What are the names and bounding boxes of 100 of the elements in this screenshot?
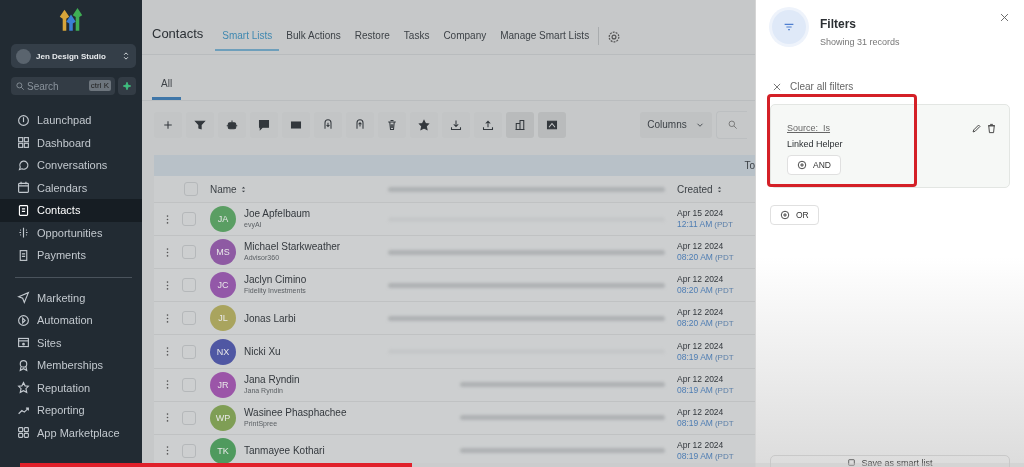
avatar: MS: [210, 239, 236, 266]
contact-name[interactable]: Nicki Xu: [244, 346, 281, 358]
pencil-icon[interactable]: [971, 123, 982, 134]
contact-name[interactable]: Jonas Larbi: [244, 312, 296, 324]
row-checkbox[interactable]: [182, 245, 196, 260]
timezone-label: (PDT: [714, 285, 734, 297]
badge-icon: [17, 358, 30, 372]
contact-name[interactable]: Wasinee Phasphachee: [244, 406, 347, 418]
apps-grid-icon: [17, 426, 30, 440]
created-date: Apr 12 2024: [677, 241, 725, 253]
search-icon: [15, 81, 25, 91]
nav-item[interactable]: Launchpad: [0, 109, 142, 132]
filter-condition[interactable]: Source: Is: [787, 123, 971, 133]
created-time: 08:19 AM: [677, 384, 713, 396]
plus-circle-icon: [797, 160, 807, 170]
nav-item[interactable]: Reporting: [0, 399, 142, 422]
nav-item[interactable]: Sites: [0, 331, 142, 354]
grid-icon: [17, 136, 30, 150]
created-time: 08:19 AM: [677, 351, 713, 363]
contact-name[interactable]: Tanmayee Kothari: [244, 445, 325, 457]
contact-name[interactable]: Joe Apfelbaum: [244, 208, 311, 220]
and-button[interactable]: AND: [787, 155, 841, 175]
created-date: Apr 12 2024: [677, 406, 725, 418]
close-icon[interactable]: [999, 12, 1010, 23]
envelope-icon: [290, 118, 302, 131]
timezone-label: (PDT: [714, 384, 734, 396]
settings-icon: [607, 29, 622, 44]
row-checkbox[interactable]: [182, 212, 196, 227]
contact-name[interactable]: Jana Ryndin: [244, 373, 300, 385]
row-checkbox[interactable]: [182, 311, 196, 326]
avatar: JC: [210, 272, 236, 299]
nav-tab[interactable]: Company: [436, 22, 494, 51]
trash-icon[interactable]: [986, 123, 997, 134]
star-icon: [418, 118, 430, 131]
quick-add-button[interactable]: [118, 77, 136, 95]
filter-value: Linked Helper: [787, 139, 844, 149]
chevron-updown-icon: [121, 51, 131, 61]
save-icon: [847, 458, 857, 467]
nav-item[interactable]: App Marketplace: [0, 421, 142, 444]
created-time: 08:20 AM: [677, 252, 713, 264]
created-time: 12:11 AM: [677, 219, 713, 231]
clear-filters-link[interactable]: Clear all filters: [772, 81, 1010, 92]
columns-dropdown[interactable]: Columns: [640, 111, 712, 138]
download-icon: [450, 118, 462, 131]
avatar: JA: [210, 206, 236, 233]
workspace-switcher[interactable]: Jen Design Studio: [11, 44, 136, 68]
row-checkbox[interactable]: [182, 377, 196, 392]
panel-title: Filters: [820, 17, 857, 31]
search-icon: [726, 119, 738, 131]
created-date: Apr 12 2024: [677, 274, 725, 286]
timezone-label: (PDT: [714, 252, 734, 264]
nav-tab[interactable]: Bulk Actions: [279, 22, 348, 51]
row-checkbox[interactable]: [182, 344, 196, 359]
calendar-icon: [17, 181, 30, 195]
timezone-label: (PDT: [714, 219, 733, 231]
trash-icon: [386, 118, 398, 131]
row-checkbox[interactable]: [182, 410, 196, 425]
created-date: Apr 12 2024: [677, 439, 725, 451]
plus-circle-icon: [780, 210, 790, 220]
nav-item[interactable]: Opportunities: [0, 221, 142, 244]
created-date: Apr 12 2024: [677, 373, 725, 385]
contact-name[interactable]: Jaclyn Cimino: [244, 274, 307, 286]
toolbar-button[interactable]: [538, 111, 566, 138]
nav-item[interactable]: Automation: [0, 309, 142, 332]
or-button[interactable]: OR: [770, 205, 819, 225]
created-time: 08:20 AM: [677, 318, 713, 330]
timezone-label: (PDT: [714, 351, 734, 363]
created-date: Apr 15 2024: [677, 208, 725, 220]
avatar: NX: [210, 338, 236, 365]
row-checkbox[interactable]: [182, 443, 196, 458]
timezone-label: (PDT: [714, 417, 734, 429]
nav-item[interactable]: Contacts: [0, 199, 142, 222]
nav-item[interactable]: Conversations: [0, 154, 142, 177]
created-time: 08:20 AM: [677, 285, 713, 297]
view-tab[interactable]: All: [152, 70, 182, 100]
nav-item[interactable]: Reputation: [0, 376, 142, 399]
avatar: JL: [210, 305, 236, 332]
nav-item[interactable]: Marketing: [0, 286, 142, 309]
nav-item[interactable]: Payments: [0, 244, 142, 267]
toolbar-button[interactable]: [506, 111, 534, 138]
nav-item[interactable]: Calendars: [0, 176, 142, 199]
play-circle-icon: [17, 313, 30, 327]
shortcut-hint: ctrl K: [88, 80, 111, 91]
message-icon: [258, 118, 270, 131]
nav-item[interactable]: Dashboard: [0, 131, 142, 154]
row-checkbox[interactable]: [182, 278, 196, 293]
column-heading[interactable]: Name: [210, 183, 248, 195]
page-title: Contacts: [152, 26, 204, 42]
nav-tab[interactable]: Tasks: [396, 22, 437, 51]
contact-name[interactable]: Michael Starkweather: [244, 241, 341, 253]
created-time: 08:19 AM: [677, 417, 713, 429]
paper-plane-icon: [17, 291, 30, 305]
nav-tab[interactable]: Manage Smart Lists: [493, 22, 597, 51]
star-icon: [17, 381, 30, 395]
receipt-icon: [17, 248, 30, 262]
created-date: Apr 12 2024: [677, 340, 725, 352]
nav-item[interactable]: Memberships: [0, 354, 142, 377]
column-heading[interactable]: Created: [677, 183, 724, 195]
nav-tab[interactable]: Restore: [347, 22, 397, 51]
address-book-icon: [17, 203, 30, 217]
